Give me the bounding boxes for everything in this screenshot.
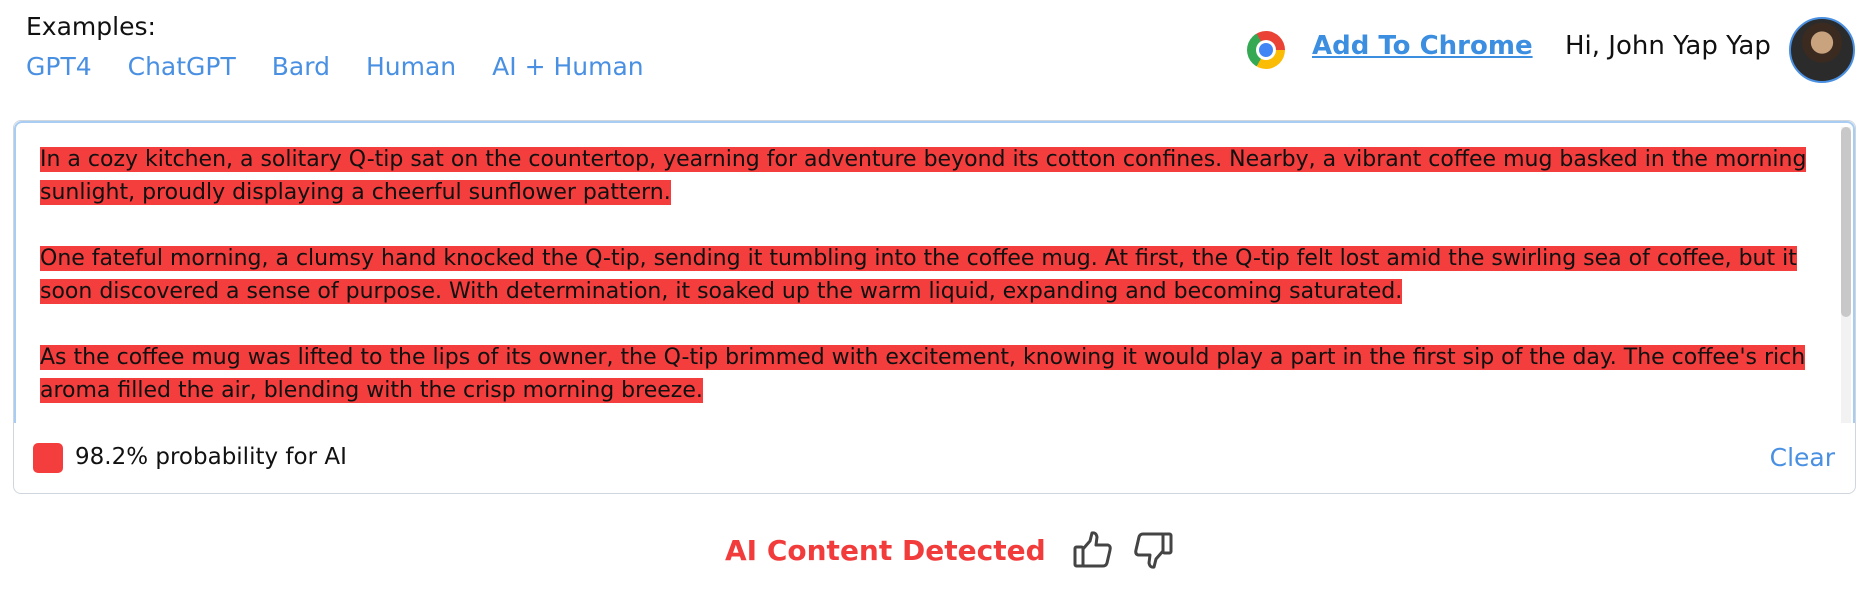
example-human-link[interactable]: Human bbox=[366, 52, 456, 81]
detector-panel: In a cozy kitchen, a solitary Q-tip sat … bbox=[13, 120, 1856, 494]
clear-button[interactable]: Clear bbox=[1770, 443, 1835, 472]
paragraph-3: As the coffee mug was lifted to the lips… bbox=[40, 341, 1830, 407]
example-gpt4-link[interactable]: GPT4 bbox=[26, 52, 92, 81]
scrollbar-thumb[interactable] bbox=[1841, 127, 1851, 317]
thumbs-down-icon[interactable] bbox=[1132, 530, 1174, 570]
examples-label: Examples: bbox=[26, 12, 156, 41]
paragraph-1: In a cozy kitchen, a solitary Q-tip sat … bbox=[40, 143, 1830, 209]
examples-list: GPT4 ChatGPT Bard Human AI + Human bbox=[26, 52, 644, 81]
user-greeting: Hi, John Yap Yap bbox=[1565, 31, 1771, 61]
probability-color-swatch bbox=[33, 443, 63, 473]
thumbs-up-icon[interactable] bbox=[1072, 530, 1114, 570]
example-chatgpt-link[interactable]: ChatGPT bbox=[128, 52, 236, 81]
ai-highlight: One fateful morning, a clumsy hand knock… bbox=[40, 246, 1797, 304]
ai-highlight: As the coffee mug was lifted to the lips… bbox=[40, 345, 1806, 403]
result-row: AI Content Detected bbox=[725, 530, 1174, 570]
ai-highlight: In a cozy kitchen, a solitary Q-tip sat … bbox=[40, 147, 1807, 205]
analyzed-text[interactable]: In a cozy kitchen, a solitary Q-tip sat … bbox=[40, 143, 1830, 440]
text-input-area[interactable]: In a cozy kitchen, a solitary Q-tip sat … bbox=[14, 121, 1855, 423]
example-ai-human-link[interactable]: AI + Human bbox=[492, 52, 643, 81]
user-avatar[interactable] bbox=[1789, 17, 1855, 83]
paragraph-2: One fateful morning, a clumsy hand knock… bbox=[40, 242, 1830, 308]
probability-text: 98.2% probability for AI bbox=[75, 444, 347, 470]
add-to-chrome-link[interactable]: Add To Chrome bbox=[1312, 31, 1533, 61]
example-bard-link[interactable]: Bard bbox=[272, 52, 330, 81]
chrome-icon bbox=[1247, 31, 1285, 69]
result-label: AI Content Detected bbox=[725, 533, 1046, 567]
